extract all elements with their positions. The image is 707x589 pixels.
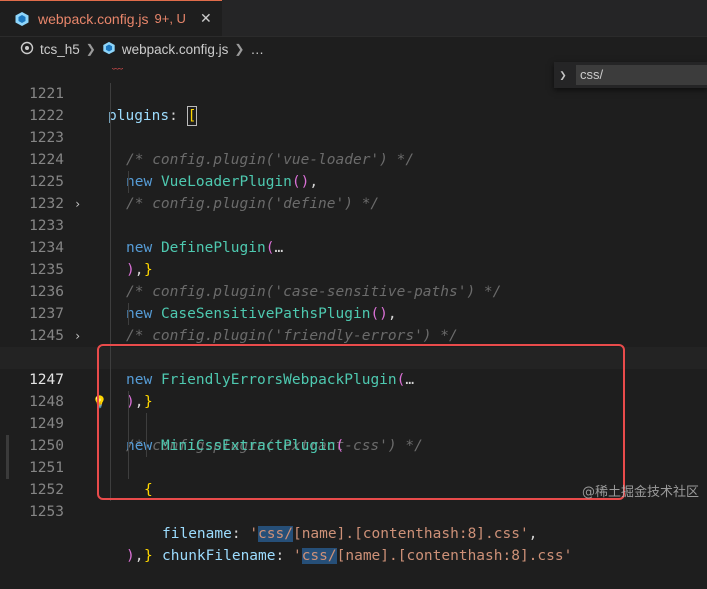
code-token: [name].[contenthash:8].css' [292, 526, 529, 542]
editor-tab-bar: webpack.config.js 9+, U ✕ [0, 0, 707, 37]
line-number: 1253 [29, 504, 64, 520]
find-input[interactable]: css/ [576, 65, 707, 85]
code-line: 1236 /* config.plugin('friendly-errors')… [0, 259, 707, 344]
code-line: 1224 /* config.plugin('define') */ [0, 127, 707, 212]
code-token: : [275, 548, 293, 564]
gutter-change-marker [6, 457, 9, 479]
search-match-highlight: css/ [301, 548, 337, 564]
chevron-right-icon: ❯ [234, 42, 245, 56]
chevron-right-icon: ❯ [85, 42, 96, 56]
close-icon[interactable]: ✕ [200, 10, 212, 27]
webpack-file-icon [102, 41, 116, 58]
code-token: ' [249, 526, 259, 542]
tab-status: 9+, U [154, 11, 186, 26]
breadcrumb: tcs_h5 ❯ webpack.config.js ❯ … [0, 37, 707, 61]
code-line: 1237 › new FriendlyErrorsWebpackPlugin(… [0, 281, 707, 388]
code-line: 1223 new VueLoaderPlugin(), [0, 105, 707, 190]
code-line: 1234 /* config.plugin('case-sensitive-pa… [0, 215, 707, 300]
code-line: 1233 ), [0, 193, 707, 278]
code-token: chunkFilename [162, 548, 276, 564]
breadcrumb-file-label: webpack.config.js [121, 41, 229, 57]
code-token: ) [126, 548, 135, 564]
breadcrumb-folder-label: tcs_h5 [40, 41, 80, 57]
search-match-highlight: css/ [258, 526, 293, 542]
breadcrumb-folder[interactable]: tcs_h5 [20, 41, 80, 58]
code-token: } [144, 548, 153, 564]
highlight-annotation-box [97, 344, 625, 500]
gutter-change-marker [6, 435, 9, 457]
code-line: 1225 › new DefinePlugin(… [0, 149, 707, 256]
find-widget: ❯ css/ [554, 62, 707, 88]
code-token: , [528, 526, 538, 542]
tab-webpack-config[interactable]: webpack.config.js 9+, U ✕ [0, 0, 222, 36]
code-token: , [134, 548, 144, 564]
code-line: 1232 } [0, 171, 707, 278]
webpack-file-icon [14, 11, 30, 27]
breadcrumb-file[interactable]: webpack.config.js [102, 41, 229, 58]
breadcrumb-more[interactable]: … [250, 42, 264, 57]
code-token: ' [292, 548, 302, 564]
code-token: : [231, 526, 250, 542]
code-token: [name].[contenthash:8].css' [336, 548, 573, 564]
folder-git-icon [20, 41, 34, 58]
code-token: filename [162, 526, 232, 542]
tab-filename: webpack.config.js [38, 10, 149, 27]
code-line: 1235 new CaseSensitivePathsPlugin(), [0, 237, 707, 322]
watermark: @稀土掘金技术社区 [581, 485, 699, 500]
code-line: 1245 } [0, 303, 707, 410]
toggle-replace-icon[interactable]: ❯ [554, 68, 572, 82]
